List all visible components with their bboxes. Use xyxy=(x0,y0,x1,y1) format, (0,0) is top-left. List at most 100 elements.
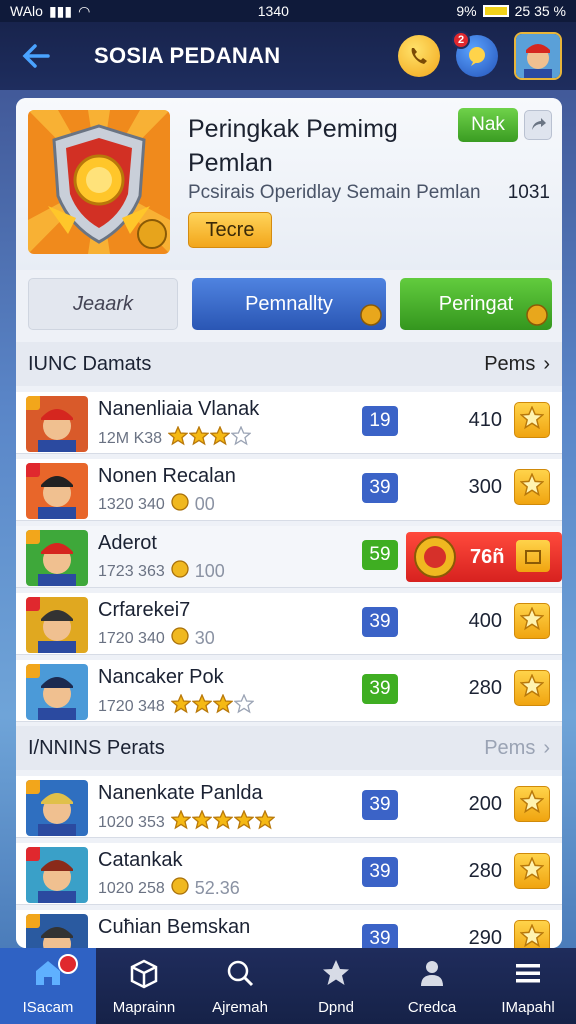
player-row[interactable]: Aderot 1723 363 100 59 76ñ xyxy=(16,526,562,588)
hero-title: Peringkak Pemimg Pemlan xyxy=(188,115,398,177)
tab-pemnallty[interactable]: Pemnallty xyxy=(192,278,386,330)
favorite-star-button[interactable] xyxy=(514,402,550,438)
user-avatar[interactable] xyxy=(514,32,562,80)
meta-value: 100 xyxy=(194,561,225,581)
tab-label: Pemnallty xyxy=(245,292,333,315)
level-badge: 19 xyxy=(362,406,398,436)
nav-item-imapahl[interactable]: IMapahl xyxy=(480,948,576,1024)
star-icon xyxy=(188,425,210,451)
level-badge: 39 xyxy=(362,924,398,948)
player-meta: 1720 348 xyxy=(98,693,255,719)
favorite-star-button[interactable] xyxy=(514,603,550,639)
player-row[interactable]: Nanenkate Panlda 1020 353 39 200 xyxy=(16,776,562,838)
star-icon xyxy=(519,788,545,819)
coin-icon xyxy=(171,560,189,583)
coin-icon xyxy=(171,877,189,900)
player-score: 400 xyxy=(468,610,502,632)
star-icon xyxy=(191,693,213,719)
favorite-star-button[interactable] xyxy=(514,786,550,822)
player-avatar xyxy=(26,847,88,903)
nav-label: IMapahl xyxy=(501,998,555,1016)
player-meta: 1020 353 xyxy=(98,809,276,835)
nav-item-maprainn[interactable]: Maprainn xyxy=(96,948,192,1024)
hero-subtitle: Pcsirais Operidlay Semain Pemlan xyxy=(188,182,481,203)
clock: 1340 xyxy=(257,3,289,19)
star-icon xyxy=(170,693,192,719)
favorite-star-button[interactable] xyxy=(514,920,550,948)
nav-item-isacam[interactable]: ISacam xyxy=(0,948,96,1024)
back-arrow-icon xyxy=(22,44,50,68)
tab-jeaark[interactable]: Jeaark xyxy=(28,278,178,330)
star-icon xyxy=(212,693,234,719)
nav-item-dpnd[interactable]: Dpnd xyxy=(288,948,384,1024)
share-button[interactable] xyxy=(524,110,552,140)
wifi-icon: ◠ xyxy=(78,2,91,19)
player-score: 290 xyxy=(468,927,502,948)
player-row[interactable]: Nanenliaia Vlanak 12M K38 19 410 xyxy=(16,392,562,454)
battery-pct: 9% xyxy=(456,3,477,19)
level-badge: 39 xyxy=(362,674,398,704)
star-icon xyxy=(212,809,234,835)
level-badge: 39 xyxy=(362,607,398,637)
hero-action-button[interactable]: Tecre xyxy=(188,212,272,248)
favorite-star-button[interactable] xyxy=(514,853,550,889)
player-avatar xyxy=(26,780,88,836)
player-meta: 1020 258 52.36 xyxy=(98,877,240,900)
meta-text: 12M K38 xyxy=(98,429,163,447)
chat-button[interactable]: 2 xyxy=(452,31,498,77)
player-name: Catankak xyxy=(98,849,183,871)
nav-label: Dpnd xyxy=(318,998,354,1016)
phone-button[interactable] xyxy=(398,35,440,77)
signal-icon: ▮▮▮ xyxy=(48,2,73,19)
nav-item-ajremah[interactable]: Ajremah xyxy=(192,948,288,1024)
search-person-icon xyxy=(224,957,256,993)
person-icon xyxy=(416,957,448,993)
rank-tag-icon xyxy=(26,847,40,861)
star-icon xyxy=(191,809,213,835)
favorite-star-button[interactable] xyxy=(514,670,550,706)
player-row[interactable]: Cuћian Bemskan 39 290 xyxy=(16,910,562,948)
tab-peringat[interactable]: Peringat xyxy=(400,278,552,330)
star-icon xyxy=(230,425,252,451)
menu-icon xyxy=(512,957,544,993)
rank-tag-icon xyxy=(26,463,40,477)
star-icon xyxy=(519,471,545,502)
player-meta: 1723 363 100 xyxy=(98,560,225,583)
rank-tag-icon xyxy=(26,597,40,611)
player-row[interactable]: Nonen Recalan 1320 340 00 39 300 xyxy=(16,459,562,521)
next-button[interactable]: Nak xyxy=(458,108,518,142)
player-name: Aderot xyxy=(98,532,157,554)
coin-badge-icon xyxy=(360,304,382,326)
player-name: Nonen Recalan xyxy=(98,465,236,487)
coin-badge-icon xyxy=(526,304,548,326)
notification-dot xyxy=(58,954,78,974)
player-row[interactable]: Crfarekei7 1720 340 30 39 400 xyxy=(16,593,562,655)
status-extra: 25 35 % xyxy=(514,3,566,19)
player-avatar xyxy=(26,914,88,948)
level-badge: 39 xyxy=(362,473,398,503)
nav-item-credca[interactable]: Credca xyxy=(384,948,480,1024)
player-score: 280 xyxy=(468,677,502,699)
star-icon xyxy=(170,809,192,835)
player-row[interactable]: Catankak 1020 258 52.36 39 280 xyxy=(16,843,562,905)
back-button[interactable] xyxy=(14,34,58,78)
meta-text: 1020 258 xyxy=(98,879,165,897)
player-row[interactable]: Nancaker Pok 1720 348 39 280 xyxy=(16,660,562,722)
player-avatar xyxy=(26,396,88,452)
tab-label: Peringat xyxy=(438,292,514,315)
favorite-star-button[interactable] xyxy=(514,469,550,505)
level-badge: 39 xyxy=(362,857,398,887)
player-avatar xyxy=(26,463,88,519)
star-icon xyxy=(209,425,231,451)
meta-value: 52.36 xyxy=(194,878,240,898)
meta-text: 1720 340 xyxy=(98,629,165,647)
status-bar: WAlo ▮▮▮ ◠ 1340 9% 25 35 % xyxy=(0,0,576,22)
chevron-right-icon: › xyxy=(543,736,550,759)
player-score: 200 xyxy=(468,793,502,815)
see-more-link[interactable]: Pems › xyxy=(484,353,550,376)
star-icon xyxy=(519,605,545,636)
star-icon xyxy=(167,425,189,451)
highlight-reward-bar[interactable]: 76ñ xyxy=(406,532,562,582)
rating-stars xyxy=(170,809,276,835)
see-more-link[interactable]: Pems › xyxy=(484,737,550,760)
